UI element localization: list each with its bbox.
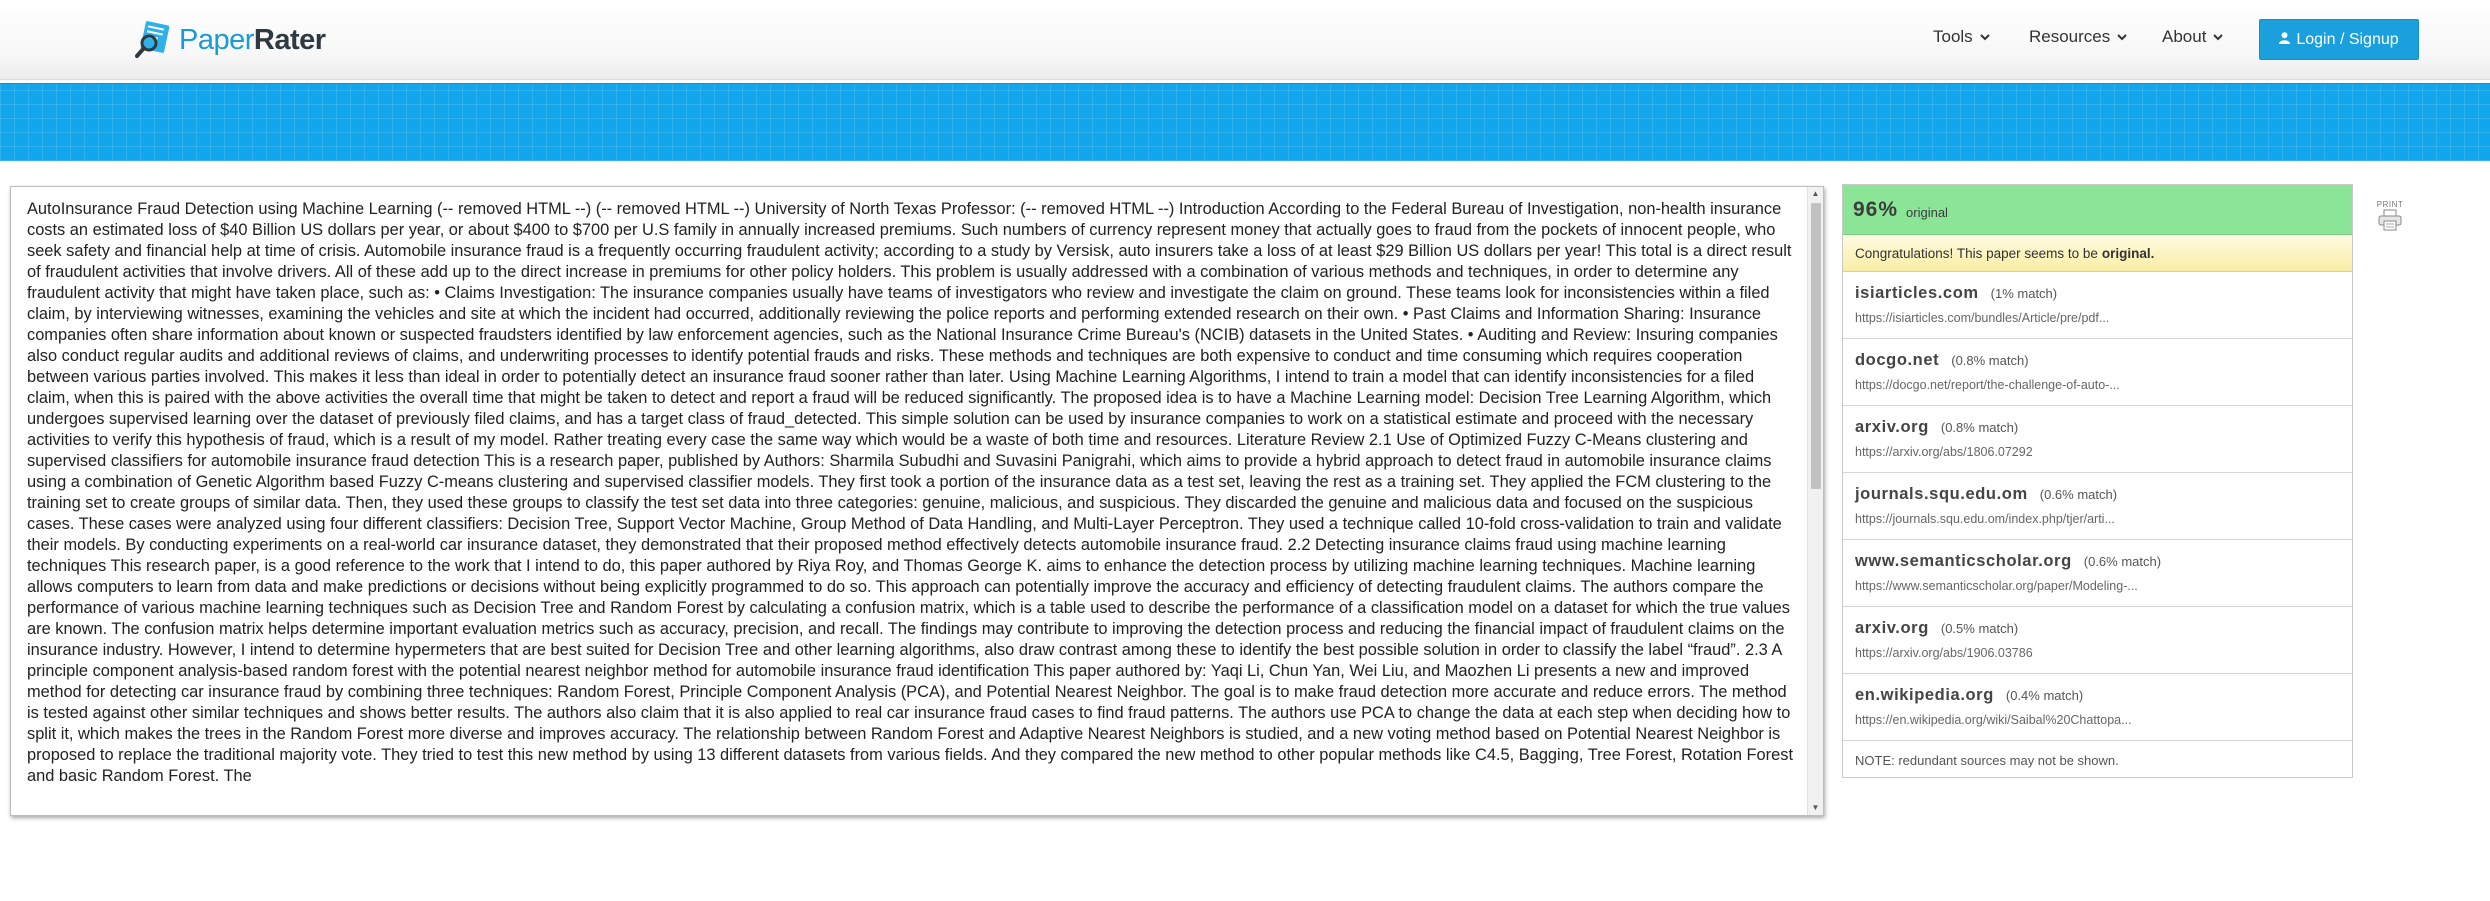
originality-score: 96% original bbox=[1843, 185, 2352, 235]
match-percent: (0.6% match) bbox=[2039, 487, 2118, 502]
match-item[interactable]: isiarticles.com (1% match) https://isiar… bbox=[1843, 272, 2352, 339]
match-url[interactable]: https://www.semanticscholar.org/paper/Mo… bbox=[1855, 579, 2352, 593]
redundant-sources-note: NOTE: redundant sources may not be shown… bbox=[1855, 753, 2119, 768]
originality-results-panel: 96% original Congratulations! This paper… bbox=[1842, 184, 2353, 778]
vertical-scrollbar[interactable]: ▲ ▼ bbox=[1807, 187, 1823, 815]
match-item[interactable]: docgo.net (0.8% match) https://docgo.net… bbox=[1843, 339, 2352, 406]
score-value: 96% bbox=[1853, 197, 1899, 221]
nav-tools-label: Tools bbox=[1933, 27, 1973, 46]
logo-rater: Rater bbox=[253, 23, 326, 56]
match-item[interactable]: arxiv.org (0.5% match) https://arxiv.org… bbox=[1843, 607, 2352, 674]
printer-icon bbox=[2377, 209, 2403, 235]
nav-tools-dropdown[interactable]: Tools bbox=[1933, 27, 1990, 47]
match-url[interactable]: https://en.wikipedia.org/wiki/Saibal%20C… bbox=[1855, 713, 2352, 727]
match-domain: journals.squ.edu.om bbox=[1855, 485, 2028, 503]
scroll-up-arrow-icon[interactable]: ▲ bbox=[1808, 187, 1823, 201]
match-item[interactable]: arxiv.org (0.8% match) https://arxiv.org… bbox=[1843, 406, 2352, 473]
user-icon bbox=[2279, 31, 2291, 49]
login-signup-button[interactable]: Login / Signup bbox=[2259, 19, 2419, 60]
nav-about-dropdown[interactable]: About bbox=[2162, 27, 2224, 47]
match-url[interactable]: https://arxiv.org/abs/1906.03786 bbox=[1855, 646, 2352, 660]
match-percent: (0.6% match) bbox=[2083, 554, 2162, 569]
nav-resources-label: Resources bbox=[2029, 27, 2111, 46]
match-url[interactable]: https://journals.squ.edu.om/index.php/tj… bbox=[1855, 512, 2352, 526]
match-domain: www.semanticscholar.org bbox=[1855, 552, 2072, 570]
match-item[interactable]: journals.squ.edu.om (0.6% match) https:/… bbox=[1843, 473, 2352, 540]
chevron-down-icon bbox=[2117, 30, 2127, 44]
match-percent: (1% match) bbox=[1990, 286, 2058, 301]
match-percent: (0.8% match) bbox=[1940, 420, 2019, 435]
logo-paper: Paper bbox=[179, 23, 254, 56]
match-url[interactable]: https://arxiv.org/abs/1806.07292 bbox=[1855, 445, 2352, 459]
chevron-down-icon bbox=[2213, 30, 2224, 44]
match-url[interactable]: https://isiarticles.com/bundles/Article/… bbox=[1855, 311, 2352, 325]
login-signup-label: Login / Signup bbox=[2296, 30, 2399, 48]
nav-resources-dropdown[interactable]: Resources bbox=[2029, 27, 2127, 47]
match-item[interactable]: en.wikipedia.org (0.4% match) https://en… bbox=[1843, 674, 2352, 741]
print-label: PRINT bbox=[2376, 200, 2404, 209]
magnifier-logo-icon bbox=[135, 21, 173, 59]
match-url[interactable]: https://docgo.net/report/the-challenge-o… bbox=[1855, 378, 2352, 392]
congrats-bold: original. bbox=[2101, 245, 2155, 261]
match-domain: arxiv.org bbox=[1855, 619, 1929, 637]
match-item[interactable]: www.semanticscholar.org (0.6% match) htt… bbox=[1843, 540, 2352, 607]
logo-text: PaperRater bbox=[179, 24, 326, 57]
match-domain: docgo.net bbox=[1855, 351, 1940, 369]
paperrater-logo[interactable]: PaperRater bbox=[135, 20, 326, 60]
congrats-text: Congratulations! This paper seems to be bbox=[1855, 245, 2098, 261]
scroll-down-arrow-icon[interactable]: ▼ bbox=[1808, 801, 1823, 815]
blue-banner bbox=[0, 83, 2490, 161]
paper-text-area[interactable]: AutoInsurance Fraud Detection using Mach… bbox=[10, 186, 1824, 816]
top-navbar: PaperRater Tools Resources About Login /… bbox=[0, 0, 2490, 80]
scrollbar-thumb[interactable] bbox=[1811, 203, 1821, 489]
print-button[interactable]: PRINT bbox=[2372, 200, 2408, 236]
score-label: original bbox=[1906, 205, 1948, 220]
match-domain: isiarticles.com bbox=[1855, 284, 1979, 302]
match-percent: (0.4% match) bbox=[2005, 688, 2084, 703]
nav-about-label: About bbox=[2162, 27, 2207, 46]
match-domain: arxiv.org bbox=[1855, 418, 1929, 436]
chevron-down-icon bbox=[1979, 30, 1990, 44]
match-percent: (0.5% match) bbox=[1940, 621, 2019, 636]
match-percent: (0.8% match) bbox=[1951, 353, 2029, 368]
congrats-message: Congratulations! This paper seems to be … bbox=[1843, 235, 2352, 272]
paper-text[interactable]: AutoInsurance Fraud Detection using Mach… bbox=[27, 199, 1797, 787]
match-domain: en.wikipedia.org bbox=[1855, 686, 1994, 704]
